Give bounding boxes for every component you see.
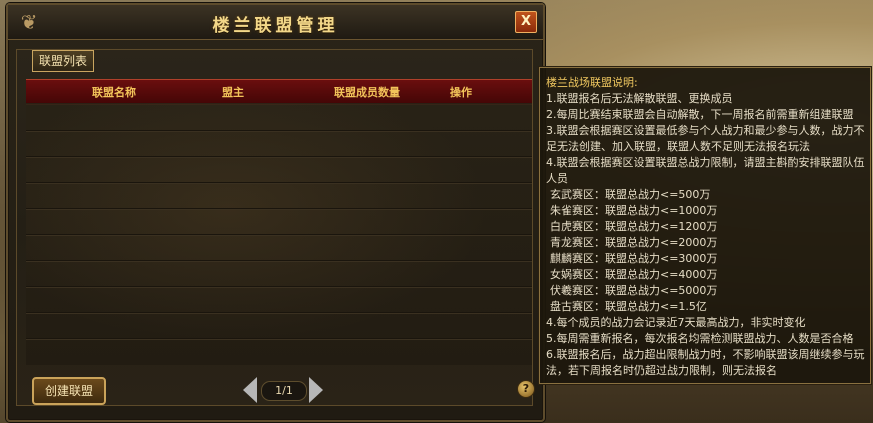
table-header: 联盟名称 盟主 联盟成员数量 操作 — [26, 79, 532, 105]
table-row-divider — [26, 338, 532, 339]
info-line: 朱雀赛区：联盟总战力<=1000万 — [550, 204, 718, 217]
column-header-action: 操作 — [450, 86, 472, 99]
info-line: 盘古赛区：联盟总战力<=1.5亿 — [550, 300, 707, 313]
table-row-divider — [26, 312, 532, 313]
create-alliance-button[interactable]: 创建联盟 — [32, 377, 106, 405]
table-row-divider — [26, 156, 532, 157]
title-bar[interactable]: ❦ 楼兰联盟管理 X — [8, 5, 543, 40]
tab-alliance-list[interactable]: 联盟列表 — [32, 50, 95, 72]
table-row-divider — [26, 286, 532, 287]
info-line: 1.联盟报名后无法解散联盟、更换成员 — [546, 92, 733, 105]
alliance-management-window: ❦ 楼兰联盟管理 X 联盟列表 联盟名称 盟主 联盟成员数量 操作 创建联盟 1… — [6, 3, 545, 422]
info-line: 4.每个成员的战力会记录近7天最高战力，非实时变化 — [546, 316, 806, 329]
next-page-icon[interactable] — [309, 377, 323, 403]
table-row-divider — [26, 208, 532, 209]
info-line: 玄武赛区：联盟总战力<=500万 — [550, 188, 711, 201]
info-line: 麒麟赛区：联盟总战力<=3000万 — [550, 252, 718, 265]
table-row-divider — [26, 182, 532, 183]
info-title: 楼兰战场联盟说明: — [546, 76, 638, 89]
column-header-members: 联盟成员数量 — [334, 86, 400, 99]
help-icon[interactable]: ? — [517, 380, 535, 398]
window-title: 楼兰联盟管理 — [212, 16, 339, 36]
prev-page-icon[interactable] — [243, 377, 257, 403]
table-row-divider — [26, 234, 532, 235]
info-line: 女娲赛区：联盟总战力<=4000万 — [550, 268, 718, 281]
table-row-divider — [26, 260, 532, 261]
info-line: 6.联盟报名后，战力超出限制战力时，不影响联盟该周继续参与玩 — [546, 348, 865, 361]
alliance-info-tooltip: 楼兰战场联盟说明: 1.联盟报名后无法解散联盟、更换成员 2.每周比赛结束联盟会… — [539, 67, 871, 384]
page-indicator: 1/1 — [261, 381, 307, 401]
table-row-divider — [26, 130, 532, 131]
info-line: 白虎赛区：联盟总战力<=1200万 — [550, 220, 718, 233]
info-line: 4.联盟会根据赛区设置联盟总战力限制，请盟主斟酌安排联盟队伍 — [546, 156, 865, 169]
pagination: 1/1 — [243, 377, 323, 403]
info-line: 5.每周需重新报名，每次报名均需检测联盟战力、人数是否合格 — [546, 332, 854, 345]
info-line: 2.每周比赛结束联盟会自动解散，下一周报名前需重新组建联盟 — [546, 108, 854, 121]
close-button[interactable]: X — [515, 11, 537, 33]
info-line: 足无法创建、加入联盟，联盟人数不足则无法报名玩法 — [546, 140, 810, 153]
info-line: 人员 — [546, 172, 568, 185]
info-line: 法，若下周报名时仍超过战力限制，则无法报名 — [546, 364, 777, 377]
info-line: 青龙赛区：联盟总战力<=2000万 — [550, 236, 718, 249]
info-line: 伏羲赛区：联盟总战力<=5000万 — [550, 284, 718, 297]
column-header-leader: 盟主 — [222, 86, 244, 99]
info-line: 3.联盟会根据赛区设置最低参与个人战力和最少参与人数，战力不 — [546, 124, 865, 137]
column-header-name: 联盟名称 — [92, 86, 136, 99]
